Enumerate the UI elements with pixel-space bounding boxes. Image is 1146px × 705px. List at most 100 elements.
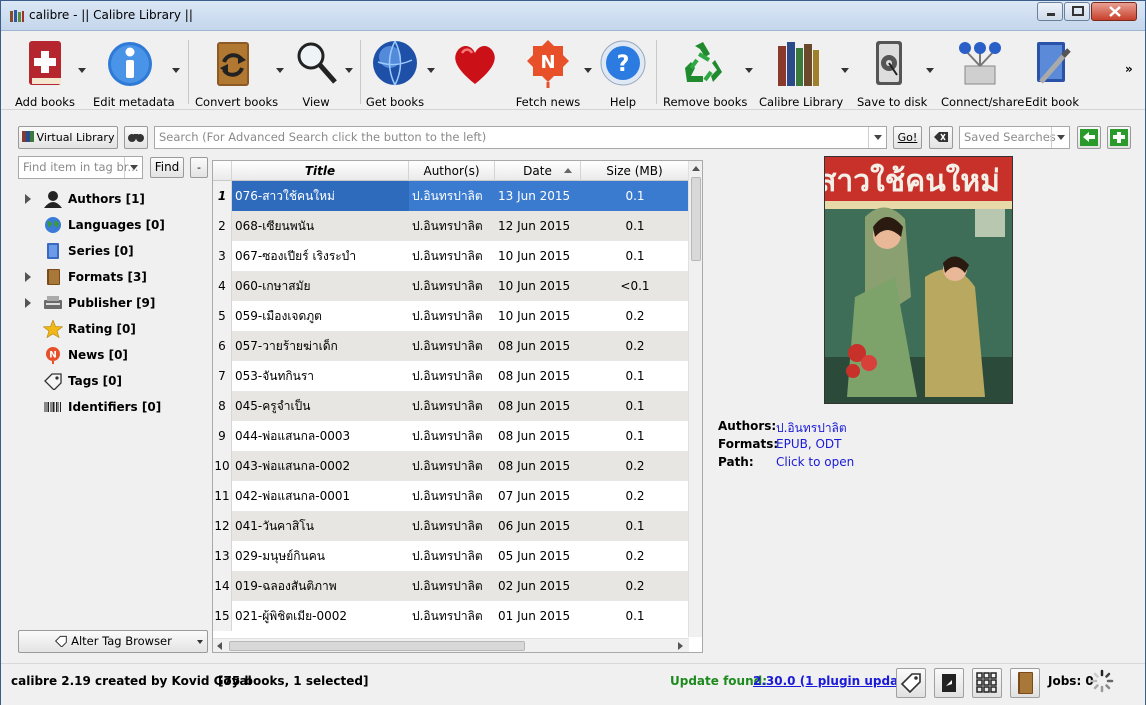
cell-date[interactable]: 10 Jun 2015: [495, 301, 581, 331]
cell-author[interactable]: ป.อินทรปาลิต: [409, 421, 495, 451]
virtual-library-button[interactable]: Virtual Library: [18, 126, 118, 149]
cell-title[interactable]: 043-พ่อแสนกล-0002: [232, 451, 409, 481]
cell-date[interactable]: 08 Jun 2015: [495, 451, 581, 481]
cell-size[interactable]: 0.1: [581, 361, 689, 391]
cell-title[interactable]: 021-ผู้พิชิตเมีย-0002: [232, 601, 409, 631]
cell-title[interactable]: 076-สาวใช้คนใหม่: [232, 181, 409, 211]
view-dropdown[interactable]: [345, 68, 353, 73]
tag-category-publisher[interactable]: Publisher [9]: [19, 292, 209, 314]
cell-size[interactable]: 0.2: [581, 571, 689, 601]
donate-button[interactable]: [447, 36, 503, 108]
cell-author[interactable]: ป.อินทรปาลิต: [409, 451, 495, 481]
fetch-news-dropdown[interactable]: [584, 68, 592, 73]
cell-title[interactable]: 067-ซองเปียร์ เริงระบำ: [232, 241, 409, 271]
tag-category-news[interactable]: N News [0]: [19, 344, 209, 366]
column-header-title[interactable]: Title: [232, 161, 409, 181]
cell-title[interactable]: 042-พ่อแสนกล-0001: [232, 481, 409, 511]
jobs-label[interactable]: Jobs: 0: [1048, 674, 1094, 688]
get-books-button[interactable]: Get books: [365, 36, 425, 109]
minimize-button[interactable]: [1037, 2, 1063, 21]
saved-searches-dropdown[interactable]: [1051, 127, 1069, 148]
toolbar-overflow-button[interactable]: »: [1125, 62, 1133, 76]
get-books-dropdown[interactable]: [427, 68, 435, 73]
expand-arrow-icon[interactable]: [25, 272, 31, 282]
tag-category-authors[interactable]: Authors [1]: [19, 188, 209, 210]
help-button[interactable]: ? Help: [598, 36, 648, 109]
cell-size[interactable]: 0.1: [581, 391, 689, 421]
authors-link[interactable]: ป.อินทรปาลิต: [776, 419, 847, 438]
cell-author[interactable]: ป.อินทรปาลิต: [409, 601, 495, 631]
convert-books-button[interactable]: Convert books: [195, 36, 278, 109]
column-header-date[interactable]: Date: [495, 161, 581, 181]
cell-title[interactable]: 029-มนุษย์กินคน: [232, 541, 409, 571]
remove-books-button[interactable]: Remove books: [663, 36, 747, 109]
column-header-authors[interactable]: Author(s): [409, 161, 495, 181]
scroll-left-arrow[interactable]: [217, 642, 222, 650]
table-row[interactable]: 6 057-วายร้ายฆ่าเด็ก ป.อินทรปาลิต 08 Jun 20…: [213, 331, 689, 361]
cell-title[interactable]: 041-วันคาสิโน: [232, 511, 409, 541]
cell-date[interactable]: 08 Jun 2015: [495, 391, 581, 421]
maximize-button[interactable]: [1064, 2, 1090, 21]
cell-date[interactable]: 07 Jun 2015: [495, 481, 581, 511]
cell-size[interactable]: 0.2: [581, 481, 689, 511]
book-cover-image[interactable]: สาวใช้คนใหม่: [824, 156, 1013, 404]
cell-title[interactable]: 060-เกษาสมัย: [232, 271, 409, 301]
cell-size[interactable]: 0.1: [581, 241, 689, 271]
table-row[interactable]: 8 045-ครูจำเป็น ป.อินทรปาลิต 08 Jun 2015 0.1: [213, 391, 689, 421]
add-books-button[interactable]: Add books: [11, 36, 79, 109]
cell-size[interactable]: 0.1: [581, 211, 689, 241]
remove-books-dropdown[interactable]: [745, 68, 753, 73]
cover-browser-toggle-button[interactable]: [1010, 668, 1040, 698]
save-to-disk-button[interactable]: Save to disk: [857, 36, 927, 109]
search-input[interactable]: Search (For Advanced Search click the bu…: [154, 126, 887, 149]
cell-date[interactable]: 08 Jun 2015: [495, 331, 581, 361]
cell-size[interactable]: 0.2: [581, 301, 689, 331]
saved-searches-combo[interactable]: Saved Searches: [959, 126, 1070, 149]
edit-metadata-dropdown[interactable]: [172, 68, 180, 73]
edit-metadata-button[interactable]: Edit metadata: [93, 36, 175, 109]
cell-author[interactable]: ป.อินทรปาลิต: [409, 541, 495, 571]
cell-author[interactable]: ป.อินทรปาลิต: [409, 211, 495, 241]
cell-title[interactable]: 053-จันทกินรา: [232, 361, 409, 391]
table-row[interactable]: 3 067-ซองเปียร์ เริงระบำ ป.อินทรปาลิต 10 Ju…: [213, 241, 689, 271]
cell-size[interactable]: 0.2: [581, 541, 689, 571]
edit-book-button[interactable]: Edit book: [1023, 36, 1081, 109]
cell-date[interactable]: 05 Jun 2015: [495, 541, 581, 571]
cell-title[interactable]: 059-เมืองเจดภูต: [232, 301, 409, 331]
connect-share-button[interactable]: Connect/share: [941, 36, 1024, 109]
cell-date[interactable]: 02 Jun 2015: [495, 571, 581, 601]
table-row[interactable]: 14 019-ฉลองสันติภาพ ป.อินทรปาลิต 02 Jun 201…: [213, 571, 689, 601]
cell-size[interactable]: 0.1: [581, 601, 689, 631]
cell-date[interactable]: 12 Jun 2015: [495, 211, 581, 241]
convert-books-dropdown[interactable]: [276, 68, 284, 73]
expand-arrow-icon[interactable]: [25, 298, 31, 308]
go-button[interactable]: Go!: [893, 126, 922, 149]
table-row[interactable]: 4 060-เกษาสมัย ป.อินทรปาลิต 10 Jun 2015 <0.1: [213, 271, 689, 301]
cell-author[interactable]: ป.อินทรปาลิต: [409, 241, 495, 271]
table-row[interactable]: 2 068-เซียนพนัน ป.อินทรปาลิต 12 Jun 2015 0.1: [213, 211, 689, 241]
cell-date[interactable]: 10 Jun 2015: [495, 241, 581, 271]
cell-author[interactable]: ป.อินทรปาลิต: [409, 181, 495, 211]
cell-size[interactable]: 0.2: [581, 451, 689, 481]
book-list-table[interactable]: Title Author(s) Date Size (MB) 1 076-สาวใ…: [212, 160, 703, 653]
cell-title[interactable]: 068-เซียนพนัน: [232, 211, 409, 241]
close-button[interactable]: [1091, 2, 1137, 21]
cell-title[interactable]: 044-พ่อแสนกล-0003: [232, 421, 409, 451]
alter-tag-browser-button[interactable]: Alter Tag Browser: [18, 630, 208, 653]
clear-search-button[interactable]: [929, 126, 953, 149]
vertical-scrollbar[interactable]: [688, 161, 702, 637]
cell-title[interactable]: 019-ฉลองสันติภาพ: [232, 571, 409, 601]
table-row[interactable]: 1 076-สาวใช้คนใหม่ ป.อินทรปาลิต 13 Jun 2015…: [213, 181, 689, 211]
tag-category-identifiers[interactable]: Identifiers [0]: [19, 396, 209, 418]
cell-size[interactable]: 0.2: [581, 331, 689, 361]
cell-title[interactable]: 045-ครูจำเป็น: [232, 391, 409, 421]
tag-category-series[interactable]: Series [0]: [19, 240, 209, 262]
add-saved-search-button[interactable]: [1107, 126, 1131, 149]
saved-search-menu-button[interactable]: [1077, 126, 1101, 149]
tag-find-dropdown[interactable]: [124, 157, 142, 178]
scroll-thumb[interactable]: [229, 641, 525, 651]
cell-author[interactable]: ป.อินทรปาลิต: [409, 271, 495, 301]
cell-author[interactable]: ป.อินทรปาลิต: [409, 391, 495, 421]
calibre-library-button[interactable]: Calibre Library: [759, 36, 843, 109]
cell-date[interactable]: 10 Jun 2015: [495, 271, 581, 301]
